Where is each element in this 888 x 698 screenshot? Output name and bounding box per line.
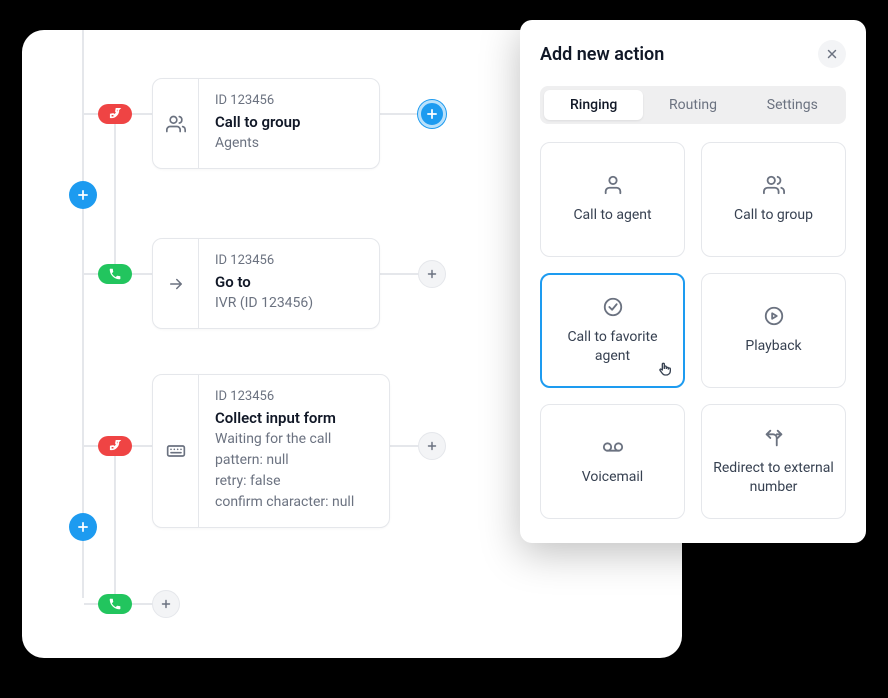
hangup-pill[interactable] [98, 436, 132, 456]
check-circle-icon [602, 296, 624, 318]
add-after-node[interactable] [152, 590, 180, 618]
node-line: pattern: null [215, 450, 354, 471]
action-label: Voicemail [582, 468, 643, 487]
close-icon [825, 47, 839, 61]
modal-header: Add new action [540, 40, 846, 68]
arrow-right-icon [167, 275, 185, 293]
node-body: ID 123456 Go to IVR (ID 123456) [199, 239, 329, 328]
plus-icon [425, 267, 439, 281]
plus-icon [76, 520, 90, 534]
node-title: Collect input form [215, 407, 354, 430]
node-id: ID 123456 [215, 91, 300, 111]
add-branch-button[interactable] [69, 513, 97, 541]
node-call-to-group[interactable]: ID 123456 Call to group Agents [152, 78, 380, 169]
tab-bar: Ringing Routing Settings [540, 86, 846, 124]
plus-icon [76, 188, 90, 202]
action-label: Redirect to external number [710, 459, 837, 497]
close-button[interactable] [818, 40, 846, 68]
action-label: Playback [745, 337, 801, 356]
phone-icon [108, 267, 122, 281]
answer-pill[interactable] [98, 594, 132, 614]
tab-settings[interactable]: Settings [743, 90, 842, 120]
action-grid: Call to agent Call to group Call to favo… [540, 142, 846, 519]
add-after-node[interactable] [418, 432, 446, 460]
tab-ringing[interactable]: Ringing [544, 90, 643, 120]
plus-icon [425, 107, 439, 121]
action-redirect-external[interactable]: Redirect to external number [701, 404, 846, 519]
plus-icon [159, 597, 173, 611]
node-title: Go to [215, 271, 313, 294]
node-subtitle: IVR (ID 123456) [215, 293, 313, 314]
plus-icon [425, 439, 439, 453]
hangup-pill[interactable] [98, 104, 132, 124]
node-go-to[interactable]: ID 123456 Go to IVR (ID 123456) [152, 238, 380, 329]
action-call-to-agent[interactable]: Call to agent [540, 142, 685, 257]
answer-pill[interactable] [98, 264, 132, 284]
node-body: ID 123456 Call to group Agents [199, 79, 316, 168]
add-action-modal: Add new action Ringing Routing Settings … [520, 20, 866, 543]
node-id: ID 123456 [215, 387, 354, 407]
phone-down-icon [107, 438, 123, 454]
node-icon [153, 375, 199, 527]
node-body: ID 123456 Collect input form Waiting for… [199, 375, 370, 527]
user-icon [602, 174, 624, 196]
connector [114, 448, 116, 600]
node-line: Waiting for the call [215, 429, 354, 450]
action-playback[interactable]: Playback [701, 273, 846, 388]
add-after-node[interactable] [418, 260, 446, 288]
users-icon [763, 174, 785, 196]
node-line: confirm character: null [215, 492, 354, 513]
action-label: Call to agent [573, 206, 651, 225]
node-line: retry: false [215, 471, 354, 492]
connector [114, 116, 116, 274]
action-label: Call to group [734, 206, 813, 225]
users-icon [166, 114, 186, 134]
node-icon [153, 239, 199, 328]
node-icon [153, 79, 199, 168]
action-voicemail[interactable]: Voicemail [540, 404, 685, 519]
phone-icon [108, 597, 122, 611]
modal-title: Add new action [540, 44, 664, 65]
tab-routing[interactable]: Routing [643, 90, 742, 120]
action-call-to-favorite-agent[interactable]: Call to favorite agent [540, 273, 685, 388]
add-branch-button[interactable] [69, 181, 97, 209]
node-subtitle: Agents [215, 133, 300, 154]
action-call-to-group[interactable]: Call to group [701, 142, 846, 257]
node-collect-input[interactable]: ID 123456 Collect input form Waiting for… [152, 374, 390, 528]
phone-down-icon [107, 106, 123, 122]
node-title: Call to group [215, 111, 300, 134]
voicemail-icon [600, 436, 626, 458]
play-circle-icon [763, 305, 785, 327]
node-id: ID 123456 [215, 251, 313, 271]
keyboard-icon [166, 441, 186, 461]
add-after-node-active[interactable] [418, 100, 446, 128]
split-arrows-icon [763, 427, 785, 449]
cursor-icon [657, 360, 673, 378]
